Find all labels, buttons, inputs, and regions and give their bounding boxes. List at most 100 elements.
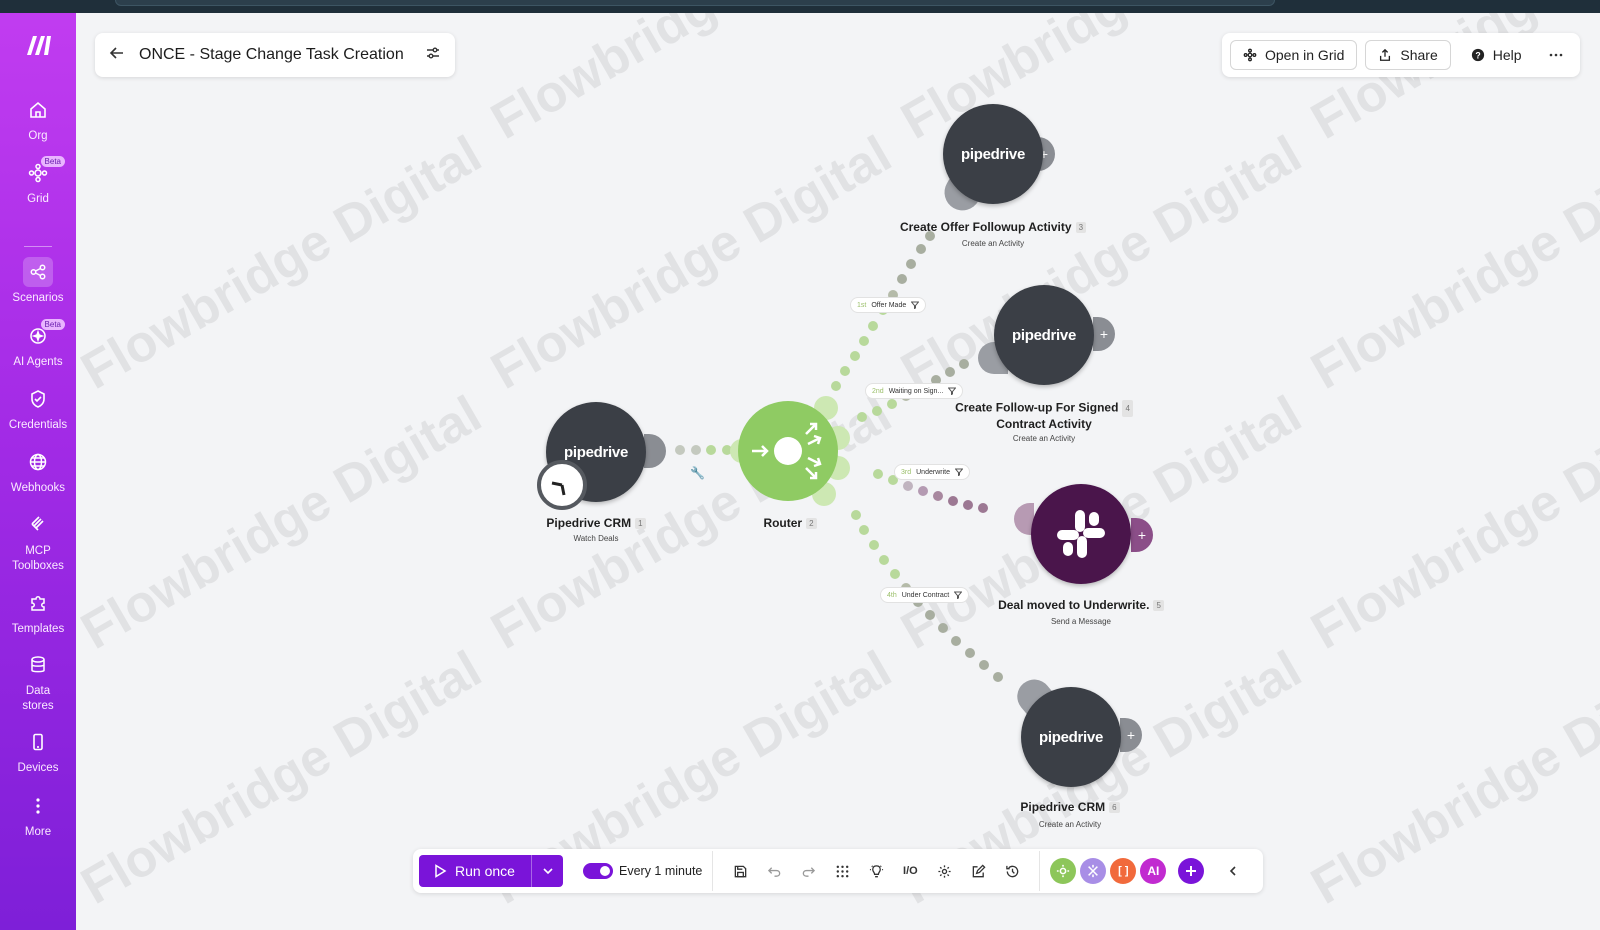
- sidebar-item-label: Data stores: [22, 685, 54, 712]
- contract-title: Pipedrive CRM 6: [990, 800, 1150, 814]
- sidebar-item-credentials[interactable]: Credentials: [0, 384, 76, 433]
- offer-subtitle: Create an Activity: [961, 239, 1025, 248]
- share-nodes-icon: [23, 257, 53, 287]
- help-label: Help: [1492, 47, 1522, 63]
- filter-icon: [948, 387, 957, 395]
- puzzle-icon: [23, 588, 53, 618]
- open-in-grid-label: Open in Grid: [1265, 47, 1345, 63]
- sidebar-item-ai-agents[interactable]: Beta AI Agents: [0, 319, 76, 370]
- toolbar-divider: [1039, 851, 1041, 891]
- trigger-subtitle: Watch Deals: [573, 534, 619, 543]
- io-button[interactable]: I/O: [893, 856, 927, 886]
- run-once-button[interactable]: Run once: [419, 855, 531, 887]
- sidebar-item-label: Templates: [11, 623, 65, 635]
- redo-button[interactable]: [791, 856, 825, 886]
- watermark: Flowbridge Digital: [76, 125, 491, 401]
- watermark: Flowbridge Digital: [76, 385, 491, 661]
- lightbulb-icon: [869, 864, 883, 877]
- more-horizontal-icon: [1549, 53, 1562, 57]
- route-filter-2[interactable]: 2nd Waiting on Sign...: [865, 383, 964, 399]
- svg-text:?: ?: [1475, 51, 1480, 61]
- browser-top-bar: [0, 0, 1600, 13]
- phone-icon: [23, 727, 53, 757]
- undo-button[interactable]: [757, 856, 791, 886]
- share-icon: [1380, 48, 1391, 61]
- pipedrive-offer-module[interactable]: pipedrive: [943, 104, 1043, 204]
- filter-icon: [954, 591, 963, 599]
- collapse-toolbar-button[interactable]: [1216, 856, 1250, 886]
- toolbar-divider: [712, 851, 714, 891]
- sidebar-item-devices[interactable]: Devices: [0, 727, 76, 776]
- sidebar-item-label: Credentials: [8, 419, 68, 431]
- back-arrow-icon[interactable]: [109, 45, 125, 66]
- slack-module[interactable]: [1031, 484, 1131, 584]
- brackets-icon: [ ]: [1118, 865, 1129, 877]
- sidebar-item-scenarios[interactable]: Scenarios: [0, 257, 76, 306]
- database-icon: [23, 650, 53, 680]
- auto-align-button[interactable]: [825, 856, 859, 886]
- shield-icon: [23, 384, 53, 414]
- settings-button[interactable]: [927, 856, 961, 886]
- header-actions: Open in Grid Share ? Help: [1222, 33, 1580, 77]
- pipedrive-logo: pipedrive: [1039, 728, 1103, 746]
- help-button[interactable]: ? Help: [1458, 40, 1534, 70]
- tools-app-button[interactable]: [1050, 858, 1077, 884]
- save-button[interactable]: [723, 856, 757, 886]
- route-filter-1[interactable]: 1st Offer Made: [850, 297, 927, 313]
- sidebar-item-label: Grid: [27, 193, 49, 205]
- more-options-button[interactable]: [1541, 40, 1570, 70]
- sidebar-item-label: Org: [28, 130, 48, 142]
- sidebar-divider: [24, 246, 52, 247]
- sidebar-item-mcp-toolboxes[interactable]: MCP Toolboxes: [0, 510, 76, 574]
- wrench-icon[interactable]: 🔧: [690, 466, 705, 480]
- history-icon: [1006, 865, 1019, 877]
- flow-control-app-button[interactable]: [1080, 858, 1107, 884]
- sidebar-item-grid[interactable]: Beta Grid: [0, 156, 76, 207]
- sidebar-item-webhooks[interactable]: Webhooks: [0, 447, 76, 496]
- grid-nodes-icon: [1243, 48, 1257, 62]
- route-filter-3[interactable]: 3rd Underwrite: [894, 464, 970, 480]
- schedule-toggle[interactable]: [583, 863, 613, 879]
- scenario-toolbar: Run once Every 1 minute I/O [ ] AI: [413, 849, 1263, 893]
- grid-nodes-icon: Beta: [23, 156, 65, 188]
- edit-note-icon: [972, 863, 986, 877]
- plus-icon: [1186, 866, 1197, 876]
- watermark: Flowbridge Digital: [1301, 385, 1600, 661]
- make-logo-icon[interactable]: [24, 33, 54, 57]
- pipedrive-logo: pipedrive: [961, 145, 1025, 163]
- text-parser-app-button[interactable]: [ ]: [1110, 858, 1137, 884]
- grid-dots-icon: [836, 865, 849, 877]
- address-bar: [115, 0, 1275, 6]
- history-button[interactable]: [995, 856, 1029, 886]
- gear-icon: [1057, 864, 1070, 878]
- sidebar-item-templates[interactable]: Templates: [0, 588, 76, 637]
- pipedrive-signed-module[interactable]: pipedrive: [994, 285, 1094, 385]
- play-icon: [435, 864, 447, 878]
- signed-title: Create Follow-up For Signed 4 Contract Ac…: [934, 400, 1154, 432]
- watermark: Flowbridge Digital: [1301, 125, 1600, 401]
- sidebar-item-org[interactable]: Org: [0, 95, 76, 144]
- share-button[interactable]: Share: [1365, 40, 1451, 70]
- schedule-label[interactable]: Every 1 minute: [619, 864, 702, 878]
- flow-control-icon: [1088, 864, 1099, 878]
- settings-sliders-icon[interactable]: [425, 45, 441, 66]
- filter-icon: [954, 468, 963, 476]
- watermark: Flowbridge Digital: [481, 13, 901, 151]
- route-filter-4[interactable]: 4th Under Contract: [880, 587, 970, 603]
- sidebar-item-data-stores[interactable]: Data stores: [0, 650, 76, 714]
- offer-title: Create Offer Followup Activity 3: [880, 220, 1106, 234]
- pipedrive-contract-module[interactable]: pipedrive: [1021, 687, 1121, 787]
- add-module-button[interactable]: [1178, 858, 1205, 884]
- run-options-dropdown[interactable]: [531, 855, 563, 887]
- sidebar-item-more[interactable]: More: [0, 791, 76, 840]
- open-in-grid-button[interactable]: Open in Grid: [1230, 40, 1358, 70]
- explain-flow-button[interactable]: [859, 856, 893, 886]
- watermark: Flowbridge Digital: [1301, 640, 1600, 916]
- router-module[interactable]: [720, 386, 856, 516]
- scenario-title[interactable]: ONCE - Stage Change Task Creation: [139, 46, 425, 64]
- notes-button[interactable]: [961, 856, 995, 886]
- schedule-clock-icon[interactable]: [537, 460, 587, 510]
- scenario-title-card: ONCE - Stage Change Task Creation: [95, 33, 455, 77]
- watermark: Flowbridge Digital: [481, 125, 901, 401]
- ai-app-button[interactable]: AI: [1140, 858, 1167, 884]
